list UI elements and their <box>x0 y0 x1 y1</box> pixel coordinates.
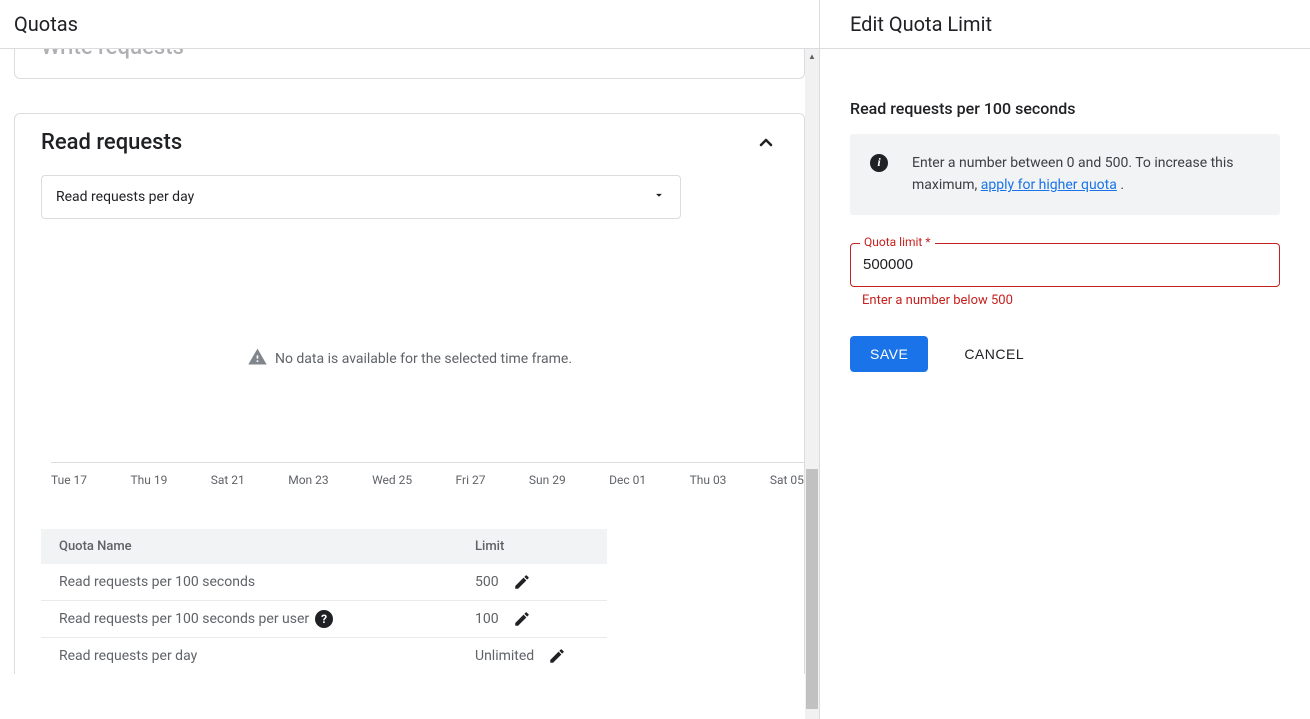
read-card-title: Read requests <box>41 130 182 155</box>
quotas-title: Quotas <box>14 12 78 36</box>
edit-icon[interactable] <box>548 647 566 665</box>
quota-table: Quota Name Limit Read requests per 100 s… <box>41 529 607 674</box>
quota-limit-error: Enter a number below 500 <box>850 293 1280 308</box>
table-row: Read requests per day Unlimited <box>41 638 607 675</box>
limit-value: 100 <box>475 611 499 627</box>
axis-tick: Sat 21 <box>211 473 245 487</box>
save-button[interactable]: SAVE <box>850 336 928 372</box>
warning-icon <box>247 347 267 371</box>
info-icon: i <box>870 154 888 172</box>
cancel-button[interactable]: CANCEL <box>958 345 1030 363</box>
scrollbar[interactable]: ▲ <box>805 49 819 719</box>
axis-tick: Mon 23 <box>288 473 328 487</box>
quota-limit-label: Quota limit * <box>860 235 935 249</box>
help-icon[interactable]: ? <box>315 610 333 628</box>
info-box: i Enter a number between 0 and 500. To i… <box>850 134 1280 215</box>
edit-quota-title: Edit Quota Limit <box>850 12 992 36</box>
quota-limit-cell: 500 <box>457 564 607 601</box>
info-text: Enter a number between 0 and 500. To inc… <box>912 152 1260 197</box>
quota-select-label: Read requests per day <box>56 189 194 205</box>
axis-tick: Thu 19 <box>130 473 167 487</box>
no-data-message: No data is available for the selected ti… <box>247 347 572 371</box>
read-card-header: Read requests <box>41 130 778 155</box>
write-requests-title: Write requests <box>41 49 184 60</box>
quota-limit-cell: Unlimited <box>457 638 607 675</box>
caret-down-icon <box>652 188 666 206</box>
table-row: Read requests per 100 seconds 500 <box>41 564 607 601</box>
axis-tick: Wed 25 <box>372 473 412 487</box>
axis-tick: Thu 03 <box>690 473 727 487</box>
chart-axis-labels: Tue 17 Thu 19 Sat 21 Mon 23 Wed 25 Fri 27 Sun … <box>51 473 804 487</box>
col-quota-name: Quota Name <box>41 529 457 564</box>
quotas-scroll-area: Write requests Read requests Read reques… <box>0 49 819 719</box>
apply-higher-quota-link[interactable]: apply for higher quota <box>981 177 1117 193</box>
quota-select[interactable]: Read requests per day <box>41 175 681 219</box>
axis-tick: Fri 27 <box>456 473 486 487</box>
limit-value: Unlimited <box>475 648 534 664</box>
chart-area: No data is available for the selected ti… <box>41 229 778 489</box>
read-requests-card: Read requests Read requests per day <box>14 113 805 674</box>
quotas-header: Quotas <box>0 0 819 49</box>
edit-quota-panel: Edit Quota Limit Read requests per 100 s… <box>820 0 1310 719</box>
axis-tick: Sun 29 <box>529 473 566 487</box>
scroll-thumb[interactable] <box>806 469 818 709</box>
quotas-panel: Quotas Write requests Read requests Read… <box>0 0 820 719</box>
table-row: Read requests per 100 seconds per user? 1… <box>41 601 607 638</box>
limit-value: 500 <box>475 574 499 590</box>
edit-icon[interactable] <box>513 610 531 628</box>
quota-name-cell: Read requests per 100 seconds <box>41 564 457 601</box>
panel-subtitle: Read requests per 100 seconds <box>850 99 1280 118</box>
scroll-up-arrow-icon[interactable]: ▲ <box>805 49 819 63</box>
edit-icon[interactable] <box>513 573 531 591</box>
quota-limit-cell: 100 <box>457 601 607 638</box>
axis-tick: Dec 01 <box>609 473 646 487</box>
chevron-up-icon[interactable] <box>754 131 778 155</box>
quota-limit-input[interactable] <box>850 243 1280 287</box>
col-limit: Limit <box>457 529 607 564</box>
axis-tick: Sat 05 <box>770 473 804 487</box>
no-data-text: No data is available for the selected ti… <box>275 351 572 367</box>
chart-axis-line <box>51 462 804 463</box>
axis-tick: Tue 17 <box>51 473 87 487</box>
quota-limit-field: Quota limit * <box>850 243 1280 287</box>
quota-name-cell: Read requests per 100 seconds per user? <box>41 601 457 638</box>
quota-name-cell: Read requests per day <box>41 638 457 675</box>
edit-quota-header: Edit Quota Limit <box>820 0 1310 49</box>
write-requests-card: Write requests <box>14 49 805 79</box>
